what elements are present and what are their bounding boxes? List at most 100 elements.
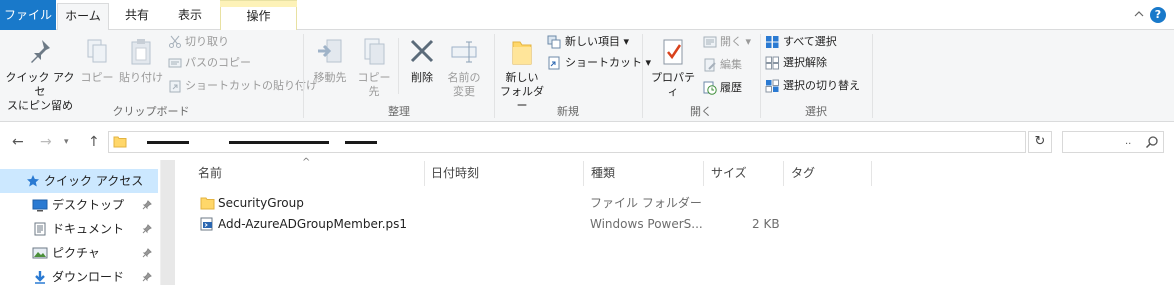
- copy-button[interactable]: コピー: [80, 36, 114, 85]
- rename-icon: [451, 41, 477, 63]
- rename-label-2: 変更: [453, 85, 475, 98]
- scissors-icon: [169, 35, 181, 48]
- file-type: Windows PowerS...: [590, 217, 703, 231]
- pin-icon[interactable]: [142, 248, 152, 258]
- search-icon: [1145, 136, 1158, 149]
- open-icon: [703, 36, 717, 48]
- select-none-button[interactable]: 選択解除: [765, 53, 827, 73]
- pin-icon[interactable]: [142, 224, 152, 234]
- column-header-name[interactable]: 名前: [198, 160, 222, 187]
- new-item-dropdown[interactable]: 新しい項目 ▾: [547, 32, 629, 52]
- cut-button[interactable]: 切り取り: [168, 32, 229, 52]
- organize-group-label: 整理: [388, 105, 410, 118]
- nav-label: デスクトップ: [52, 198, 125, 212]
- organize-group: 移動先 コピー先 削除 名前の 変更 整理: [304, 30, 494, 122]
- file-type: ファイル フォルダー: [590, 196, 702, 210]
- tab-share[interactable]: 共有: [112, 3, 162, 30]
- select-all-label: すべて選択: [783, 35, 837, 48]
- desktop-icon: [32, 199, 48, 212]
- nav-item-desktop[interactable]: デスクトップ: [0, 193, 158, 217]
- nav-pane-scrollbar[interactable]: [160, 160, 175, 285]
- chevron-down-icon: ▾: [620, 35, 630, 48]
- column-header-tags[interactable]: タグ: [791, 160, 815, 187]
- pin-quick-access-button[interactable]: クイック アクセ スにピン留め: [4, 36, 76, 113]
- address-bar[interactable]: [108, 131, 1026, 153]
- copy-path-icon: [168, 58, 182, 68]
- inner-divider: [398, 38, 399, 94]
- tab-file[interactable]: ファイル: [0, 0, 56, 30]
- rename-label-1: 名前の: [447, 71, 481, 84]
- paste-shortcut-icon: [169, 80, 181, 93]
- new-folder-label-1: 新しい: [505, 71, 539, 84]
- select-none-label: 選択解除: [783, 56, 827, 69]
- file-row[interactable]: SecurityGroup ファイル フォルダー: [192, 193, 792, 214]
- copy-to-label: コピー先: [357, 71, 391, 98]
- column-divider[interactable]: [783, 161, 784, 186]
- pin-icon[interactable]: [142, 272, 152, 282]
- properties-label: プロパティ: [651, 71, 695, 98]
- document-icon: [34, 222, 46, 236]
- tab-view[interactable]: 表示: [164, 3, 216, 30]
- column-header-type[interactable]: 種類: [591, 160, 615, 187]
- pin-icon[interactable]: [142, 200, 152, 210]
- copy-to-button[interactable]: コピー先: [354, 36, 394, 99]
- history-icon: [703, 81, 717, 95]
- tab-home[interactable]: ホーム: [57, 3, 109, 31]
- paste-shortcut-button[interactable]: ショートカットの貼り付け: [168, 76, 317, 96]
- nav-item-quick-access[interactable]: クイック アクセス: [0, 169, 158, 193]
- back-arrow-icon[interactable]: ←: [12, 134, 24, 150]
- path-segment-redacted[interactable]: [147, 141, 189, 144]
- up-arrow-icon[interactable]: ↑: [88, 134, 100, 150]
- column-divider[interactable]: [583, 161, 584, 186]
- column-divider[interactable]: [871, 161, 872, 186]
- path-segment-redacted[interactable]: [345, 141, 377, 144]
- paste-icon: [131, 39, 151, 65]
- refresh-icon[interactable]: ↻: [1028, 131, 1052, 153]
- select-all-button[interactable]: すべて選択: [765, 32, 837, 52]
- file-size: 2 KB: [752, 217, 780, 231]
- collapse-ribbon-icon[interactable]: [1134, 9, 1144, 19]
- tab-manage[interactable]: 操作: [220, 0, 297, 30]
- sort-ascending-icon: ^: [302, 157, 311, 168]
- delete-button[interactable]: 削除: [404, 36, 440, 85]
- edit-button[interactable]: 編集: [703, 55, 742, 75]
- column-divider[interactable]: [703, 161, 704, 186]
- recent-locations-chevron-icon[interactable]: ▾: [64, 137, 69, 147]
- invert-selection-icon: [765, 79, 779, 93]
- new-folder-button[interactable]: 新しい フォルダー: [497, 36, 547, 113]
- search-input[interactable]: ..: [1062, 131, 1164, 153]
- path-segment-redacted[interactable]: [229, 141, 329, 144]
- powershell-script-icon: [200, 217, 213, 231]
- paste-button[interactable]: 貼り付け: [118, 36, 164, 85]
- ribbon: クイック アクセ スにピン留め コピー 貼り付け 切り取り パスのコピー ショー…: [0, 30, 1174, 122]
- move-to-label: 移動先: [313, 71, 347, 84]
- move-to-button[interactable]: 移動先: [310, 36, 350, 85]
- group-divider: [872, 34, 873, 118]
- open-dropdown[interactable]: 開く ▾: [703, 32, 751, 52]
- nav-label: ドキュメント: [52, 222, 125, 236]
- file-row[interactable]: Add-AzureADGroupMember.ps1 Windows Power…: [192, 214, 792, 235]
- invert-selection-button[interactable]: 選択の切り替え: [765, 76, 860, 96]
- column-divider[interactable]: [424, 161, 425, 186]
- paste-shortcut-label: ショートカットの貼り付け: [185, 79, 317, 92]
- new-item-icon: [547, 35, 561, 49]
- open-label: 開く: [720, 35, 742, 48]
- clipboard-group-label: クリップボード: [112, 105, 190, 118]
- copy-path-button[interactable]: パスのコピー: [168, 53, 251, 73]
- rename-button[interactable]: 名前の 変更: [444, 36, 484, 99]
- pin-label-1: クイック アクセ: [5, 71, 75, 98]
- properties-button[interactable]: プロパティ: [647, 36, 699, 99]
- search-placeholder: ..: [1125, 136, 1132, 147]
- nav-item-documents[interactable]: ドキュメント: [0, 217, 158, 241]
- column-header-date[interactable]: 日付時刻: [431, 160, 479, 187]
- shortcut-dropdown[interactable]: ショートカット ▾: [547, 53, 651, 73]
- shortcut-label: ショートカット: [565, 56, 642, 69]
- nav-item-pictures[interactable]: ピクチャ: [0, 241, 158, 265]
- nav-item-downloads[interactable]: ダウンロード: [0, 265, 158, 285]
- column-header-size[interactable]: サイズ: [711, 160, 747, 187]
- forward-arrow-icon[interactable]: →: [40, 134, 52, 150]
- history-button[interactable]: 履歴: [703, 78, 742, 98]
- help-icon[interactable]: ?: [1150, 7, 1166, 23]
- open-group: プロパティ 開く ▾ 編集 履歴 開く: [643, 30, 759, 122]
- nav-label: クイック アクセス: [44, 174, 144, 188]
